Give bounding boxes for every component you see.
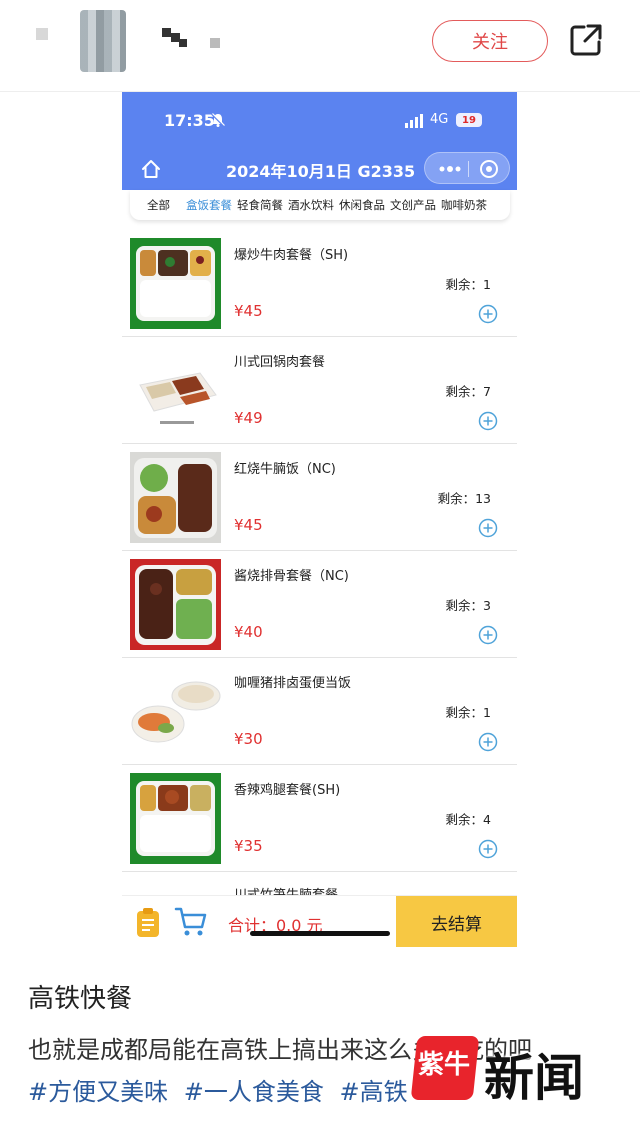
item-stock: 剩余：7	[445, 384, 491, 399]
tab-boxed-meals[interactable]: 盒饭套餐	[186, 197, 232, 213]
follow-button[interactable]: 关注	[432, 20, 548, 62]
checkout-button[interactable]: 去结算	[396, 896, 517, 947]
post-header: 关注	[0, 0, 640, 92]
product-list: 爆炒牛肉套餐（SH) 剩余：1 ¥45 川式回锅肉套餐 剩余：7 ¥49 红烧牛…	[122, 230, 517, 902]
food-image	[130, 773, 221, 864]
watermark-text: 新闻	[484, 1048, 584, 1107]
post-tags: #方便又美味 #一人食美食 #高铁	[28, 1072, 416, 1107]
hashtag-link[interactable]: #一人食美食	[184, 1078, 324, 1106]
order-list-icon[interactable]	[136, 908, 160, 938]
home-indicator	[250, 931, 390, 936]
item-name: 爆炒牛肉套餐（SH)	[234, 248, 349, 263]
hashtag-link[interactable]: #方便又美味	[28, 1078, 168, 1106]
close-circle-icon[interactable]	[479, 159, 499, 179]
mini-app-title-bar: 2024年10月1日 G2335	[122, 152, 517, 190]
item-price: ¥30	[234, 730, 263, 748]
add-to-cart-icon[interactable]	[478, 839, 498, 859]
item-stock: 剩余：1	[445, 705, 491, 720]
add-to-cart-icon[interactable]	[478, 411, 498, 431]
signal-icon	[405, 114, 423, 128]
add-to-cart-icon[interactable]	[478, 304, 498, 324]
blurred-pixel	[36, 28, 48, 40]
tab-snacks[interactable]: 休闲食品	[339, 197, 385, 213]
tab-all[interactable]: 全部	[147, 197, 170, 213]
category-tabs: 全部 盒饭套餐 轻食简餐 酒水饮料 休闲食品 文创产品 咖啡奶茶	[130, 190, 510, 220]
avatar[interactable]	[80, 10, 126, 72]
food-image	[130, 345, 221, 436]
blurred-username[interactable]	[162, 28, 222, 50]
item-stock: 剩余：3	[445, 598, 491, 613]
item-stock: 剩余：13	[437, 491, 491, 506]
list-item[interactable]: 川式回锅肉套餐 剩余：7 ¥49	[122, 337, 517, 444]
item-stock: 剩余：4	[445, 812, 491, 827]
page: 关注 17:35 4G 19 2024年10月1日 G2335 全部 盒饭套餐 …	[0, 0, 640, 1121]
add-to-cart-icon[interactable]	[478, 518, 498, 538]
item-name: 川式回锅肉套餐	[234, 355, 326, 370]
trip-title: 2024年10月1日 G2335	[226, 162, 416, 181]
list-item[interactable]: 红烧牛腩饭（NC) 剩余：13 ¥45	[122, 444, 517, 551]
mini-app-capsule	[424, 152, 510, 184]
tab-drinks[interactable]: 酒水饮料	[288, 197, 334, 213]
food-image	[130, 559, 221, 650]
cart-bar: 合计：0.0 元 去结算	[122, 895, 517, 947]
item-price: ¥40	[234, 623, 263, 641]
item-name: 咖喱猪排卤蛋便当饭	[234, 676, 352, 691]
tab-light-meals[interactable]: 轻食简餐	[237, 197, 283, 213]
battery-indicator: 19	[456, 113, 482, 127]
phone-screenshot: 17:35 4G 19 2024年10月1日 G2335 全部 盒饭套餐 轻食简…	[122, 92, 517, 947]
post-title: 高铁快餐	[28, 984, 133, 1014]
list-item[interactable]: 酱烧排骨套餐（NC) 剩余：3 ¥40	[122, 551, 517, 658]
share-icon[interactable]	[566, 20, 606, 60]
add-to-cart-icon[interactable]	[478, 732, 498, 752]
item-name: 红烧牛腩饭（NC)	[234, 462, 336, 477]
food-image	[130, 238, 221, 329]
home-icon[interactable]	[140, 158, 162, 180]
status-bar: 17:35 4G 19	[122, 92, 517, 152]
item-name: 香辣鸡腿套餐(SH)	[234, 783, 341, 798]
item-price: ¥45	[234, 302, 263, 320]
tab-coffee-tea[interactable]: 咖啡奶茶	[441, 197, 487, 213]
food-image	[130, 452, 221, 543]
watermark: 紫牛 新闻	[410, 1036, 614, 1107]
add-to-cart-icon[interactable]	[478, 625, 498, 645]
status-time: 17:35	[164, 111, 215, 130]
hashtag-link[interactable]: #高铁	[340, 1078, 408, 1106]
item-price: ¥35	[234, 837, 263, 855]
food-image	[130, 666, 221, 757]
network-label: 4G	[430, 112, 449, 127]
watermark-badge-text: 紫牛	[418, 1050, 471, 1080]
list-item[interactable]: 香辣鸡腿套餐(SH) 剩余：4 ¥35	[122, 765, 517, 872]
item-name: 酱烧排骨套餐（NC)	[234, 569, 349, 584]
item-stock: 剩余：1	[445, 277, 491, 292]
bell-muted-icon	[211, 113, 225, 127]
item-price: ¥45	[234, 516, 263, 534]
item-price: ¥49	[234, 409, 263, 427]
tab-merch[interactable]: 文创产品	[390, 197, 436, 213]
capsule-divider	[468, 161, 469, 177]
cart-icon[interactable]	[174, 906, 208, 938]
list-item[interactable]: 咖喱猪排卤蛋便当饭 剩余：1 ¥30	[122, 658, 517, 765]
more-dots-icon[interactable]	[439, 166, 461, 172]
list-item[interactable]: 爆炒牛肉套餐（SH) 剩余：1 ¥45	[122, 230, 517, 337]
